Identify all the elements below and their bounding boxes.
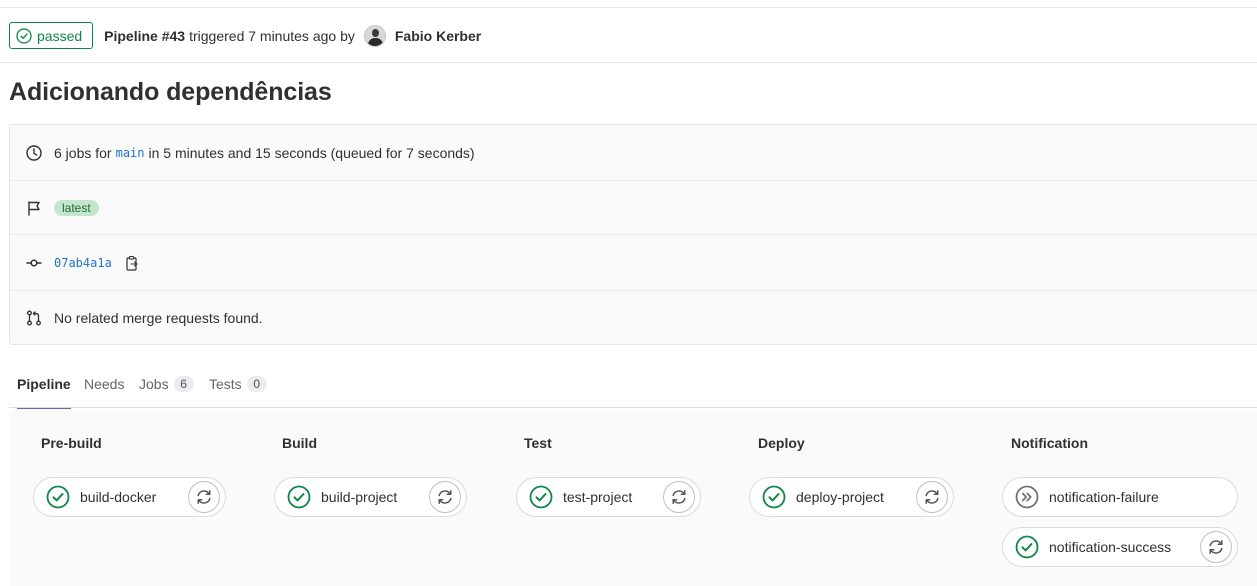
tab-tests[interactable]: Tests 0: [209, 360, 267, 408]
job-test-project[interactable]: test-project: [516, 477, 701, 517]
pipeline-meta: Pipeline #43 triggered 7 minutes ago by …: [104, 24, 481, 47]
copy-icon[interactable]: [125, 255, 139, 271]
retry-icon: [438, 490, 452, 504]
retry-button[interactable]: [429, 481, 461, 513]
triggered-text: triggered 7 minutes ago by: [189, 27, 355, 44]
retry-button[interactable]: [663, 481, 695, 513]
tab-jobs[interactable]: Jobs 6: [139, 360, 194, 408]
stage-title-notification: Notification: [1011, 435, 1088, 451]
retry-icon: [1209, 540, 1223, 554]
job-name: notification-failure: [1049, 489, 1159, 505]
stage-title-build: Build: [282, 435, 317, 451]
check-circle-icon: [762, 485, 786, 509]
skipped-icon: [1015, 485, 1039, 509]
jobs-summary-prefix: 6 jobs for: [54, 145, 112, 161]
job-build-project[interactable]: build-project: [274, 477, 467, 517]
jobs-summary-row: 6 jobs for main in 5 minutes and 15 seco…: [10, 125, 1257, 181]
commit-row: 07ab4a1a: [10, 235, 1257, 291]
tab-label: Needs: [84, 376, 125, 392]
jobs-count-badge: 6: [173, 376, 194, 392]
branch-link[interactable]: main: [116, 146, 145, 160]
clock-icon: [26, 145, 42, 161]
job-notification-success[interactable]: notification-success: [1002, 527, 1238, 567]
retry-icon: [672, 490, 686, 504]
merge-requests-row: No related merge requests found.: [10, 291, 1257, 345]
tests-count-badge: 0: [246, 376, 267, 392]
check-circle-icon: [46, 485, 70, 509]
pipeline-tabs: Pipeline Needs Jobs 6 Tests 0: [9, 360, 1257, 410]
page-title: Adicionando dependências: [9, 78, 332, 106]
retry-icon: [925, 490, 939, 504]
tab-label: Tests: [209, 376, 242, 392]
retry-button[interactable]: [188, 481, 220, 513]
flag-icon: [28, 201, 40, 216]
commit-sha-link[interactable]: 07ab4a1a: [54, 256, 112, 270]
merge-requests-text: No related merge requests found.: [54, 310, 263, 326]
top-divider: [0, 7, 1257, 8]
tab-pipeline[interactable]: Pipeline: [17, 360, 71, 410]
job-name: build-project: [321, 489, 398, 505]
pipeline-graph: Pre-build Build Test Deploy Notification…: [9, 409, 1257, 586]
stage-title-deploy: Deploy: [758, 435, 805, 451]
job-deploy-project[interactable]: deploy-project: [749, 477, 954, 517]
pipeline-info-box: 6 jobs for main in 5 minutes and 15 seco…: [9, 124, 1257, 345]
job-name: notification-success: [1049, 539, 1172, 555]
merge-request-icon: [27, 310, 41, 326]
stage-title-pre-build: Pre-build: [41, 435, 102, 451]
pipeline-header: passed Pipeline #43 triggered 7 minutes …: [9, 22, 481, 49]
retry-icon: [197, 490, 211, 504]
check-circle-icon: [529, 485, 553, 509]
pipeline-id: Pipeline #43: [104, 27, 186, 44]
commit-icon: [26, 259, 42, 267]
job-notification-failure[interactable]: notification-failure: [1002, 477, 1238, 517]
check-circle-icon: [1015, 535, 1039, 559]
tags-row: latest: [10, 181, 1257, 235]
tab-needs[interactable]: Needs: [84, 360, 124, 408]
retry-button[interactable]: [916, 481, 948, 513]
check-circle-icon: [287, 485, 311, 509]
check-circle-icon: [16, 27, 32, 44]
retry-button[interactable]: [1200, 531, 1232, 563]
tab-label: Jobs: [139, 376, 169, 392]
tab-label: Pipeline: [17, 376, 71, 392]
job-name: build-docker: [80, 489, 157, 505]
job-build-docker[interactable]: build-docker: [33, 477, 226, 517]
latest-badge: latest: [54, 200, 99, 216]
job-name: deploy-project: [796, 489, 884, 505]
status-badge-label: passed: [37, 27, 83, 44]
jobs-summary-suffix: in 5 minutes and 15 seconds (queued for …: [148, 145, 475, 161]
avatar[interactable]: [363, 24, 386, 47]
job-name: test-project: [563, 489, 633, 505]
header-divider: [0, 62, 1257, 63]
stage-title-test: Test: [524, 435, 552, 451]
status-badge[interactable]: passed: [9, 22, 94, 49]
author-link[interactable]: Fabio Kerber: [395, 28, 481, 44]
